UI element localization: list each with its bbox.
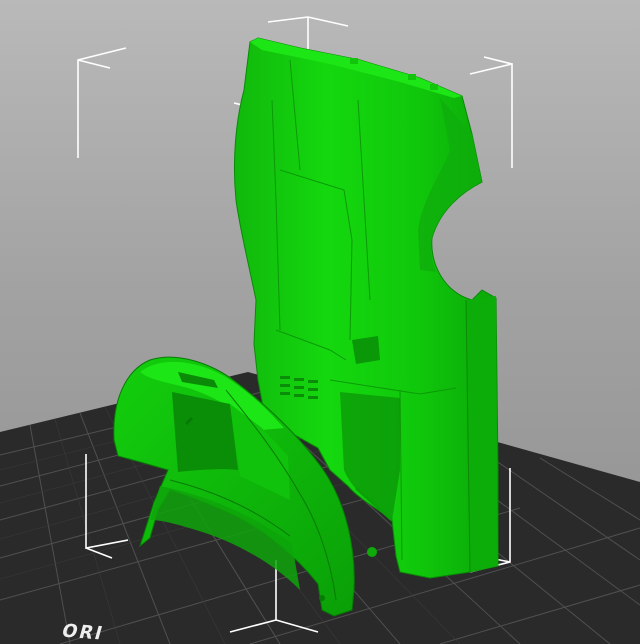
origin-label: ORI (59, 620, 107, 644)
3d-viewport[interactable]: ORI (0, 0, 640, 644)
scene-canvas[interactable] (0, 0, 640, 644)
